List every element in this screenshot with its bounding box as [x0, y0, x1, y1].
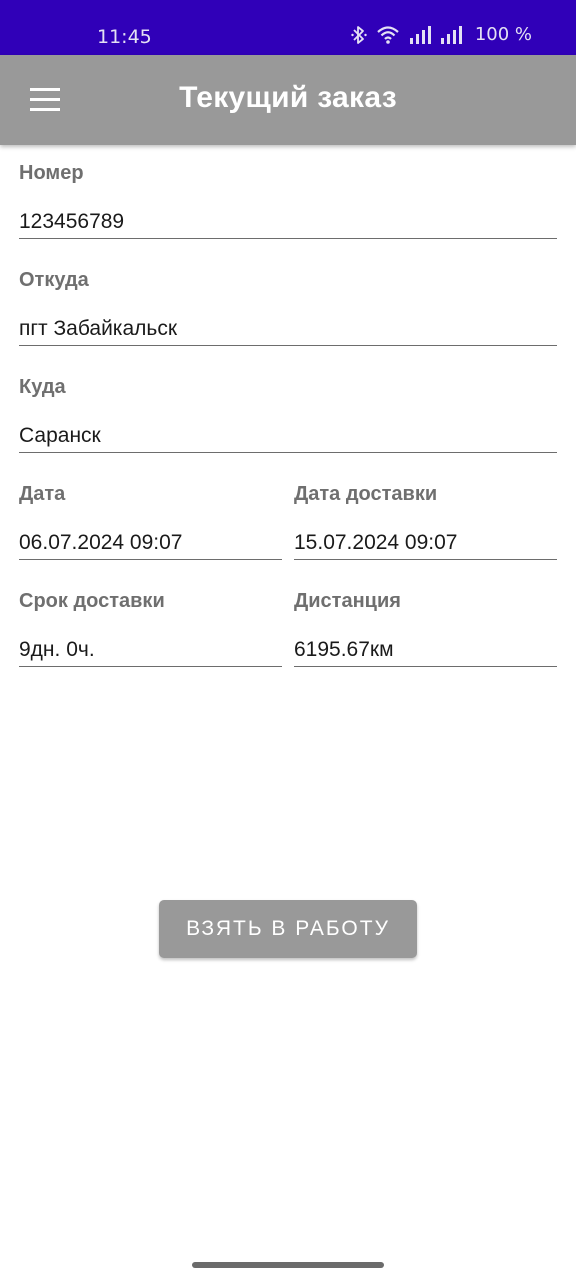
- home-indicator[interactable]: [192, 1262, 384, 1268]
- screen: 11:45 100 % Текущий заказ Номер 12345678…: [0, 0, 576, 1280]
- delivery-term-field-group: Срок доставки: [19, 590, 282, 670]
- status-time: 11:45: [97, 26, 152, 48]
- status-bar: 11:45 100 %: [0, 0, 576, 55]
- distance-label: Дистанция: [294, 590, 401, 612]
- from-field-group: Откуда: [19, 269, 557, 349]
- from-label: Откуда: [19, 269, 89, 291]
- number-label: Номер: [19, 162, 84, 184]
- delivery-term-label: Срок доставки: [19, 590, 165, 612]
- status-icons: 100 %: [351, 24, 532, 45]
- from-field[interactable]: [19, 312, 557, 346]
- app-bar: Текущий заказ: [0, 55, 576, 145]
- to-field-group: Куда: [19, 376, 557, 456]
- wifi-icon: [376, 25, 400, 45]
- to-field[interactable]: [19, 419, 557, 453]
- delivery-term-field[interactable]: [19, 633, 282, 667]
- bluetooth-icon: [351, 25, 367, 45]
- date-field[interactable]: [19, 526, 282, 560]
- date-label: Дата: [19, 483, 66, 505]
- number-field[interactable]: [19, 205, 557, 239]
- page-title: Текущий заказ: [179, 81, 397, 114]
- signal-icon: [409, 25, 431, 44]
- battery-level: 100 %: [474, 24, 532, 45]
- delivery-date-field-group: Дата доставки: [294, 483, 557, 563]
- distance-field[interactable]: [294, 633, 557, 667]
- date-field-group: Дата: [19, 483, 282, 563]
- delivery-date-field[interactable]: [294, 526, 557, 560]
- signal-icon: [440, 25, 462, 44]
- delivery-date-label: Дата доставки: [294, 483, 438, 505]
- number-field-group: Номер: [19, 162, 557, 242]
- take-to-work-button[interactable]: ВЗЯТЬ В РАБОТУ: [159, 900, 417, 958]
- distance-field-group: Дистанция: [294, 590, 557, 670]
- to-label: Куда: [19, 376, 66, 398]
